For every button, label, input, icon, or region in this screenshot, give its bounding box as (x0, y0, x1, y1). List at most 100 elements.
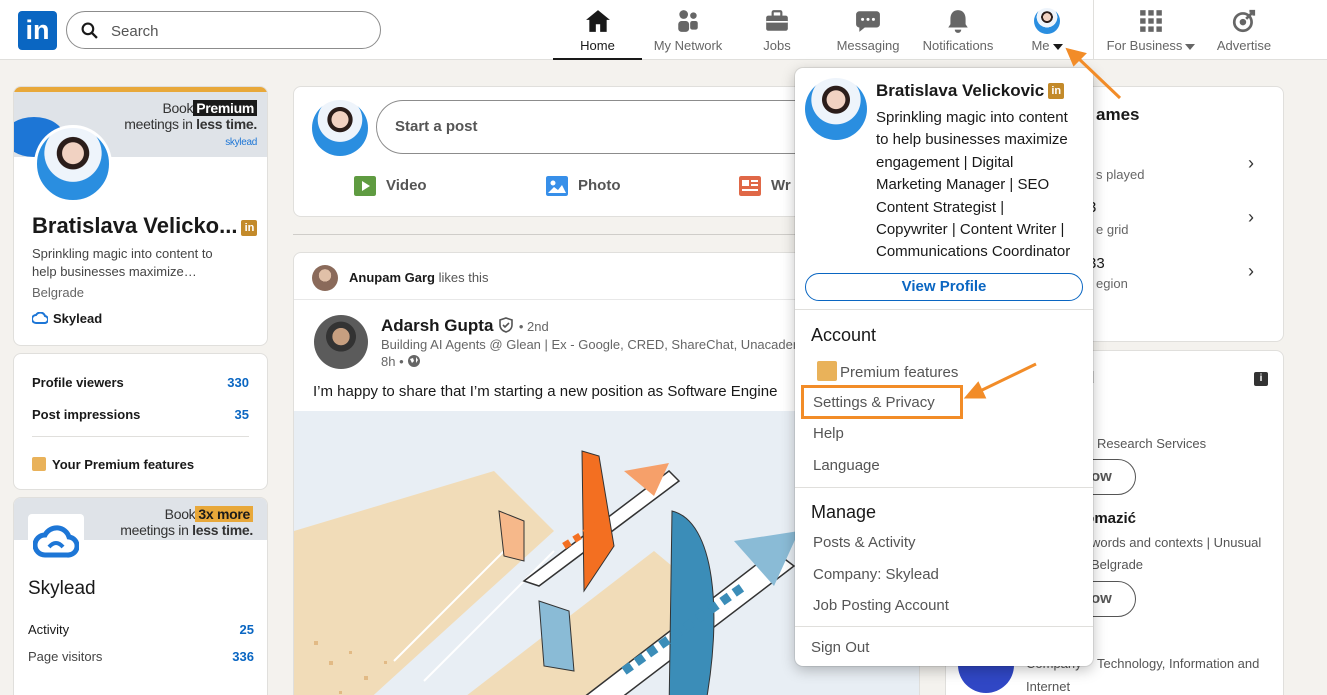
page-activity-row[interactable]: Activity 25 (28, 622, 254, 637)
search-input[interactable] (111, 20, 361, 42)
chevron-right-icon[interactable]: › (1248, 153, 1254, 174)
page-visitors-row[interactable]: Page visitors 336 (28, 649, 254, 664)
skylead-page-logo[interactable] (28, 514, 84, 570)
profile-headline-line1: Sprinkling magic into content to (32, 246, 213, 261)
game-row-3-sub[interactable]: egion (1096, 276, 1128, 291)
nav-messaging[interactable]: Messaging (832, 6, 904, 60)
premium-features-menu-item[interactable]: Premium features (817, 361, 958, 381)
games-title: ames (1096, 105, 1140, 124)
premium-features-link[interactable]: Your Premium features (32, 457, 249, 472)
author-row: Adarsh Gupta • 2nd (381, 316, 549, 336)
profile-viewers-row[interactable]: Profile viewers 330 (32, 375, 249, 390)
profile-headline-line2: help businesses maximize… (32, 264, 197, 279)
divider (795, 309, 1093, 310)
liker-avatar[interactable] (312, 265, 338, 291)
chevron-right-icon[interactable]: › (1248, 207, 1254, 228)
dropdown-headline-line: Content Strategist | (876, 198, 1005, 216)
author-avatar[interactable] (314, 315, 368, 369)
message-bubble-icon (856, 11, 880, 32)
dropdown-headline: Sprinkling magic into content to help bu… (876, 107, 1070, 264)
dropdown-name-text: Bratislava Velickovic (876, 81, 1045, 100)
company-page-card: Book 3x more meetings in less time. Skyle… (13, 497, 268, 695)
manage-section-title: Manage (811, 502, 877, 522)
profile-name[interactable]: Bratislava Velicko... in (32, 213, 258, 239)
nav-messaging-label: Messaging (836, 38, 900, 53)
share-box-avatar[interactable] (312, 100, 368, 156)
globe-icon (408, 355, 421, 367)
profile-name-text: Bratislava Velicko... (32, 213, 238, 238)
photo-button[interactable]: Photo (546, 174, 621, 198)
page-visitors-value: 336 (232, 649, 254, 664)
post-impressions-value: 35 (234, 407, 249, 422)
chevron-right-icon[interactable]: › (1248, 261, 1254, 282)
banner-line1: Book (162, 100, 194, 116)
nav-for-business[interactable]: For Business (1104, 6, 1198, 60)
author-name[interactable]: Adarsh Gupta (381, 316, 493, 335)
nav-advertise[interactable]: Advertise (1212, 6, 1276, 60)
connection-degree: • 2nd (518, 319, 549, 334)
language-menu-item[interactable]: Language (813, 457, 880, 474)
profile-company-name: Skylead (53, 311, 103, 326)
company-skylead-menu-item[interactable]: Company: Skylead (813, 566, 939, 583)
page-name[interactable]: Skylead (28, 578, 96, 600)
job-posting-account-menu-item[interactable]: Job Posting Account (813, 597, 949, 614)
photo-icon (546, 176, 568, 197)
nav-advertise-label: Advertise (1216, 38, 1272, 53)
nav-for-business-label: For Business (1106, 38, 1183, 53)
me-dropdown-menu: Bratislava Velickovic in Sprinkling magic… (795, 68, 1093, 666)
post-time: 8h • (381, 354, 421, 369)
nav-me-label: Me (1031, 38, 1050, 53)
nav-my-network[interactable]: My Network (645, 6, 731, 60)
divider (32, 436, 249, 437)
liker-name[interactable]: Anupam Garg (349, 270, 435, 285)
advertise-icon (1232, 9, 1256, 33)
game-row-2-sub[interactable]: e grid (1096, 222, 1129, 237)
posts-activity-menu-item[interactable]: Posts & Activity (813, 534, 916, 551)
info-icon[interactable]: i (1254, 372, 1268, 386)
likes-this-text: likes this (438, 270, 489, 285)
suggestion-1-headline: Research Services (1097, 436, 1207, 451)
page-banner-tag: 3x more (195, 506, 253, 522)
account-section-title: Account (811, 325, 877, 345)
video-button[interactable]: Video (354, 174, 427, 198)
page-visitors-label: Page visitors (28, 649, 103, 664)
nav-jobs[interactable]: Jobs (745, 6, 809, 60)
profile-location: Belgrade (32, 285, 85, 300)
search-box[interactable] (66, 11, 381, 49)
view-profile-button[interactable]: View Profile (805, 273, 1083, 301)
bell-icon (948, 10, 968, 33)
nav-notifications[interactable]: Notifications (917, 6, 999, 60)
nav-me[interactable]: Me (1022, 6, 1072, 60)
nav-my-network-label: My Network (653, 38, 723, 53)
premium-square-icon (817, 361, 837, 381)
premium-features-label: Premium features (840, 364, 959, 381)
game-row-1-sub[interactable]: s played (1096, 167, 1144, 182)
profile-avatar[interactable] (34, 125, 112, 203)
nav-jobs-label: Jobs (763, 38, 791, 53)
page-banner-line1: Book (164, 506, 196, 522)
nav-notifications-label: Notifications (922, 38, 994, 53)
nav-home[interactable]: Home (553, 6, 642, 60)
banner-text: Book Premium meetings in less time. skyle… (124, 100, 257, 151)
banner-line2: meetings in (124, 116, 193, 132)
premium-badge-icon: in (241, 220, 258, 236)
profile-headline: Sprinkling magic into content to help bu… (32, 245, 257, 281)
page-banner-line2: meetings in (120, 522, 189, 538)
write-article-button[interactable]: Wr (739, 174, 791, 198)
top-navigation-bar: in Home My Network Jobs Messaging Notifi… (0, 0, 1327, 60)
banner-line2-bold: less time. (196, 116, 257, 132)
banner-premium-tag: Premium (193, 100, 257, 116)
profile-company[interactable]: Skylead (31, 311, 103, 326)
skylead-cloud-icon (33, 525, 79, 558)
people-icon (678, 10, 698, 32)
dropdown-headline-line: Copywriter | Content Writer | (876, 221, 1065, 239)
post-impressions-row[interactable]: Post impressions 35 (32, 407, 249, 422)
dropdown-headline-line: engagement | Digital (876, 153, 1014, 171)
help-menu-item[interactable]: Help (813, 425, 844, 442)
home-icon (585, 10, 610, 32)
linkedin-logo-icon[interactable]: in (18, 11, 57, 50)
dropdown-name[interactable]: Bratislava Velickovic in (876, 81, 1065, 101)
sign-out-menu-item[interactable]: Sign Out (811, 639, 869, 656)
dropdown-avatar[interactable] (805, 78, 867, 140)
dropdown-headline-line: to help businesses maximize (876, 131, 1068, 149)
